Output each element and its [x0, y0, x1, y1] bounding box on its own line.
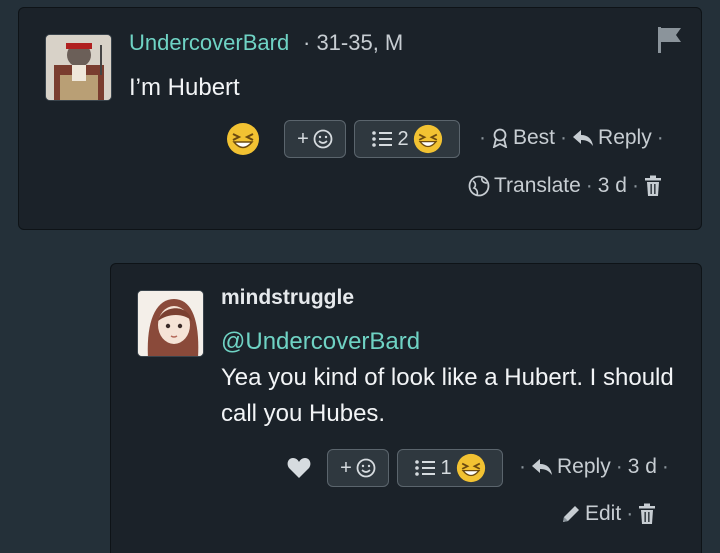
add-reaction-button[interactable]: +	[327, 449, 389, 487]
list-icon	[372, 131, 393, 147]
edit-button[interactable]: Edit	[561, 502, 621, 526]
edit-label: Edit	[585, 502, 622, 525]
pencil-icon	[563, 506, 579, 522]
heart-icon[interactable]	[287, 457, 311, 479]
separator: ·	[479, 126, 486, 149]
separator: ·	[560, 126, 568, 149]
timestamp: 3 d	[627, 455, 657, 478]
reactions-list-button[interactable]: 1	[397, 449, 503, 487]
comment-text: I’m Hubert	[129, 74, 240, 101]
reply-arrow-icon	[532, 459, 552, 475]
comment-actions: · Best · Reply ·	[479, 126, 664, 150]
comment-actions-secondary: Edit ·	[561, 502, 656, 526]
flag-icon[interactable]	[655, 24, 685, 54]
laughing-emoji-icon	[413, 124, 442, 154]
award-ribbon-icon	[492, 128, 508, 148]
mention-link[interactable]: @UndercoverBard	[221, 324, 681, 360]
separator: ·	[631, 174, 639, 197]
comment-card: UndercoverBard · 31-35, M I’m Hubert + 2	[18, 7, 702, 230]
add-reaction-label: +	[340, 456, 352, 479]
reply-label: Reply	[598, 126, 652, 149]
timestamp: 3 d	[597, 174, 627, 197]
translate-button[interactable]: Translate	[468, 174, 581, 198]
separator: ·	[626, 502, 634, 525]
reaction-count: 1	[440, 456, 452, 479]
username[interactable]: mindstruggle	[221, 286, 354, 310]
smiley-icon	[313, 129, 333, 149]
trash-icon[interactable]	[644, 175, 662, 197]
comment-actions-secondary: Translate · 3 d ·	[468, 174, 662, 198]
reply-card: mindstruggle @UndercoverBard Yea you kin…	[110, 263, 702, 553]
avatar[interactable]	[45, 34, 112, 101]
globe-icon	[468, 175, 490, 197]
separator: ·	[585, 174, 593, 197]
separator: ·	[519, 455, 526, 478]
reactions-list-button[interactable]: 2	[354, 120, 460, 158]
add-reaction-button[interactable]: +	[284, 120, 346, 158]
list-icon	[415, 460, 436, 476]
comment-text: @UndercoverBard Yea you kind of look lik…	[221, 324, 681, 432]
add-reaction-label: +	[297, 127, 309, 150]
separator: ·	[661, 455, 669, 478]
separator: ·	[656, 126, 664, 149]
smiley-icon	[356, 458, 376, 478]
reply-button[interactable]: Reply	[531, 455, 611, 479]
translate-label: Translate	[494, 174, 581, 197]
reaction-count: 2	[397, 127, 409, 150]
comment-body: Yea you kind of look like a Hubert. I sh…	[221, 364, 674, 427]
reply-arrow-icon	[573, 130, 594, 146]
separator: ·	[615, 455, 623, 478]
reply-label: Reply	[557, 455, 611, 478]
best-label: Best	[513, 126, 556, 149]
user-meta: · 31-35, M	[303, 30, 404, 55]
trash-icon[interactable]	[638, 503, 656, 525]
reply-button[interactable]: Reply	[572, 126, 652, 150]
comment-actions: · Reply · 3 d ·	[519, 455, 669, 479]
username-link[interactable]: UndercoverBard	[129, 30, 289, 56]
best-button[interactable]: Best	[491, 126, 555, 150]
avatar[interactable]	[137, 290, 204, 357]
laughing-emoji-icon	[456, 453, 485, 483]
laughing-emoji-icon[interactable]	[226, 122, 260, 156]
